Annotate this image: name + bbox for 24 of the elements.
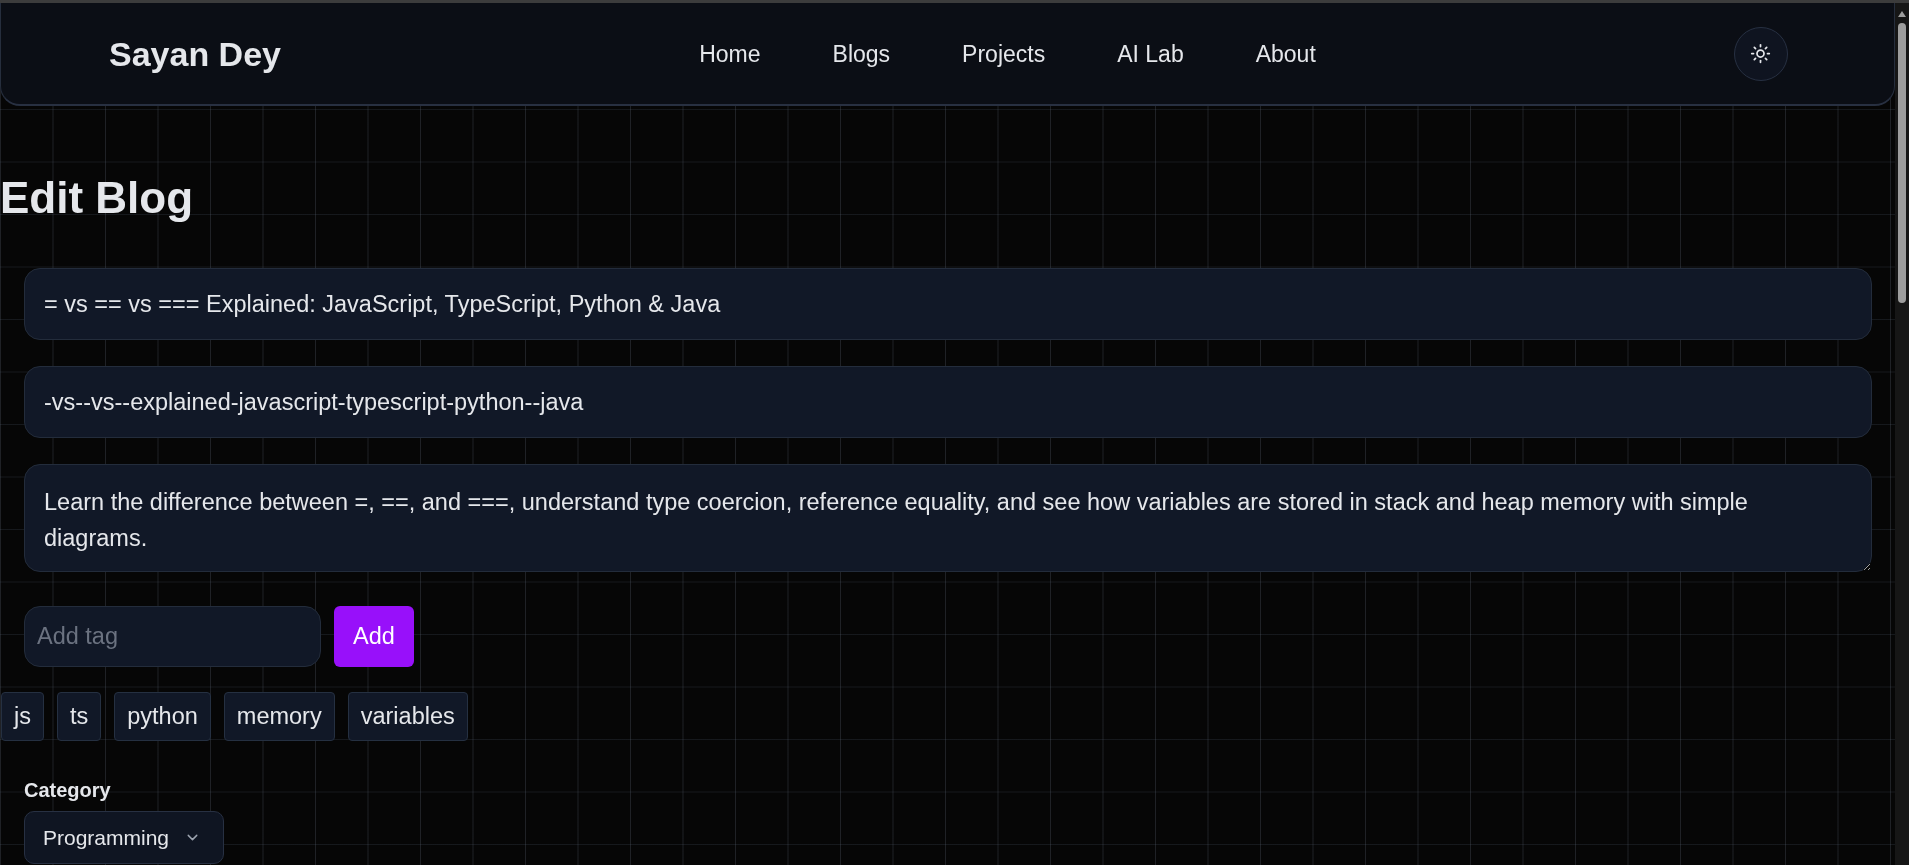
nav-link[interactable]: Projects	[962, 39, 1046, 68]
scrollbar[interactable]	[1895, 3, 1909, 865]
excerpt-textarea[interactable]: Learn the difference between =, ==, and ===, understand type coercion, reference equality, and see how variables are stored in stack and heap memory with simple diagrams.	[24, 464, 1872, 572]
add-tag-button[interactable]: Add	[334, 606, 414, 667]
nav-link[interactable]: About	[1255, 39, 1316, 68]
tag-chip: memory	[223, 692, 335, 741]
sun-icon	[1750, 43, 1772, 64]
tag-chip: js	[1, 692, 44, 741]
scrollbar-thumb[interactable]	[1898, 23, 1906, 303]
nav-link[interactable]: Home	[699, 39, 761, 68]
theme-toggle-button[interactable]	[1734, 26, 1788, 81]
tag-chip: ts	[57, 692, 102, 741]
tag-input[interactable]: Add tag	[24, 606, 321, 667]
slug-input[interactable]: -vs--vs--explained-javascript-typescript-python--java	[24, 366, 1872, 438]
category-label: Category	[24, 778, 111, 802]
title-input[interactable]: = vs == vs === Explained: JavaScript, TypeScript, Python & Java	[24, 268, 1872, 340]
page-heading: Edit Blog	[0, 172, 195, 224]
nav-link[interactable]: AI Lab	[1117, 39, 1184, 68]
nav-link[interactable]: Blogs	[832, 39, 891, 68]
brand-name[interactable]: Sayan Dey	[109, 33, 281, 74]
tag-chip: python	[114, 692, 211, 741]
scroll-up-arrow-icon	[1898, 11, 1906, 17]
category-select[interactable]: Programming	[24, 811, 224, 864]
tag-chip: variables	[347, 692, 468, 741]
